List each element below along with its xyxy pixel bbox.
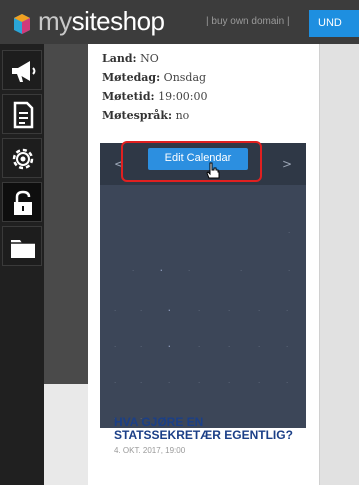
calendar-next-button[interactable]: > [282,157,292,171]
calendar-day: · [198,307,201,315]
motedag-label: Møtedag: [102,71,161,84]
document-icon [13,101,34,129]
info-land: Land: NO [102,52,159,65]
edit-calendar-button[interactable]: Edit Calendar [148,148,248,170]
land-value: NO [140,52,159,65]
calendar-day: · [114,343,117,351]
calendar-day: · [228,307,231,315]
calendar-day: · [114,307,117,315]
calendar-day: · [160,267,163,275]
editor-toolbar [0,44,44,485]
calendar-day: · [258,343,261,351]
hand-cursor-icon [206,162,220,179]
calendar-day: · [258,307,261,315]
tool-settings[interactable] [2,138,42,178]
article-date: 4. OKT. 2017, 19:00 [114,446,186,455]
calendar-widget[interactable]: < > · · · · · · · · · · · · · · · · · · … [100,143,306,428]
tool-access[interactable] [2,182,42,222]
info-motesprak: Møtespråk: no [102,109,189,122]
tool-files[interactable] [2,226,42,266]
calendar-day: · [168,343,171,351]
folder-icon [11,240,35,258]
calendar-day: · [140,307,143,315]
logo-text: mysiteshop [38,6,165,37]
calendar-day: · [140,343,143,351]
undo-button[interactable]: UND [309,10,359,37]
calendar-day: · [240,267,243,275]
calendar-day: · [188,267,191,275]
megaphone-icon [12,61,36,82]
motesprak-label: Møtespråk: [102,109,173,122]
calendar-day: · [286,307,289,315]
calendar-day: · [198,343,201,351]
motesprak-value: no [175,109,190,122]
land-label: Land: [102,52,137,65]
calendar-day: · [288,229,291,237]
calendar-day: · [286,379,289,387]
calendar-day: · [288,267,291,275]
logo-site: siteshop [71,6,165,36]
top-bar: mysiteshop | buy own domain | UND [0,0,359,44]
info-motetid: Møtetid: 19:00:00 [102,90,208,103]
calendar-day: · [228,343,231,351]
calendar-day: · [114,379,117,387]
calendar-day: · [228,379,231,387]
calendar-day: · [140,379,143,387]
calendar-day: · [198,379,201,387]
calendar-day: · [286,343,289,351]
tool-pages[interactable] [2,94,42,134]
sidebar-strip [44,44,88,384]
calendar-day: · [168,307,171,315]
motetid-value: 19:00:00 [158,90,208,103]
calendar-day: · [168,379,171,387]
unlock-icon [14,190,32,215]
logo-icon [14,14,30,34]
tool-announcements[interactable] [2,50,42,90]
calendar-day: · [258,379,261,387]
motedag-value: Onsdag [163,71,207,84]
article-title-link[interactable]: HVA GJØRE EN STATSSEKRETÆR EGENTLIG? [114,416,304,442]
canvas-background [320,44,359,485]
info-motedag: Møtedag: Onsdag [102,71,206,84]
motetid-label: Møtetid: [102,90,155,103]
gear-icon [12,148,34,170]
buy-domain-link[interactable]: | buy own domain | [206,16,290,27]
calendar-day: · [132,267,135,275]
logo-my: my [38,6,72,36]
